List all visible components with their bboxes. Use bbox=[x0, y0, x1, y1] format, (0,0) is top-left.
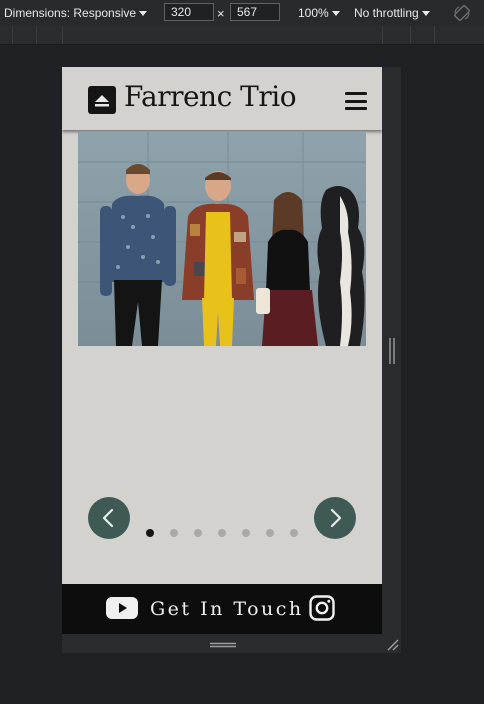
carousel-dot[interactable] bbox=[266, 529, 274, 537]
dropdown-caret-icon bbox=[331, 11, 340, 17]
corner-resize-handle[interactable] bbox=[385, 637, 399, 651]
site-title[interactable]: Farrenc Trio bbox=[124, 80, 297, 113]
trio-photo bbox=[78, 132, 366, 346]
site-footer: Get In Touch bbox=[62, 584, 382, 634]
carousel-dot[interactable] bbox=[194, 529, 202, 537]
carousel-prev-button[interactable] bbox=[88, 497, 130, 539]
eject-icon[interactable] bbox=[88, 86, 116, 114]
dropdown-caret-icon bbox=[139, 11, 148, 17]
media-query-bar bbox=[0, 26, 484, 45]
carousel-dot[interactable] bbox=[290, 529, 298, 537]
bottom-resize-handle[interactable] bbox=[210, 642, 236, 648]
dimensions-dropdown[interactable]: Dimensions: Responsive bbox=[4, 6, 148, 20]
zoom-label: 100% bbox=[298, 6, 329, 20]
carousel-dot[interactable] bbox=[146, 529, 154, 537]
rotate-button[interactable] bbox=[453, 4, 471, 25]
width-input[interactable] bbox=[164, 3, 214, 21]
carousel-dot[interactable] bbox=[218, 529, 226, 537]
height-input[interactable] bbox=[230, 3, 280, 21]
devtools-device-toolbar: Dimensions: Responsive × 100% No throttl… bbox=[0, 0, 484, 26]
hamburger-icon[interactable] bbox=[345, 92, 367, 110]
youtube-icon[interactable] bbox=[106, 597, 138, 619]
side-resize-handle[interactable] bbox=[388, 338, 396, 364]
throttling-label: No throttling bbox=[354, 6, 419, 20]
carousel-dot[interactable] bbox=[170, 529, 178, 537]
chevron-right-icon bbox=[330, 508, 342, 528]
dropdown-caret-icon bbox=[421, 11, 430, 17]
dimensions-label: Dimensions: Responsive bbox=[4, 6, 137, 20]
device-viewport: Farrenc Trio Get In Touch bbox=[62, 67, 382, 634]
throttling-dropdown[interactable]: No throttling bbox=[354, 6, 430, 20]
logo-glyph bbox=[95, 95, 109, 107]
get-in-touch-link[interactable]: Get In Touch bbox=[150, 598, 304, 620]
rotate-icon bbox=[454, 5, 470, 21]
zoom-dropdown[interactable]: 100% bbox=[298, 6, 340, 20]
times-symbol: × bbox=[217, 6, 225, 21]
site-header: Farrenc Trio bbox=[62, 67, 382, 130]
instagram-icon[interactable] bbox=[309, 595, 335, 621]
chevron-left-icon bbox=[102, 508, 114, 528]
carousel-dot[interactable] bbox=[242, 529, 250, 537]
carousel-next-button[interactable] bbox=[314, 497, 356, 539]
